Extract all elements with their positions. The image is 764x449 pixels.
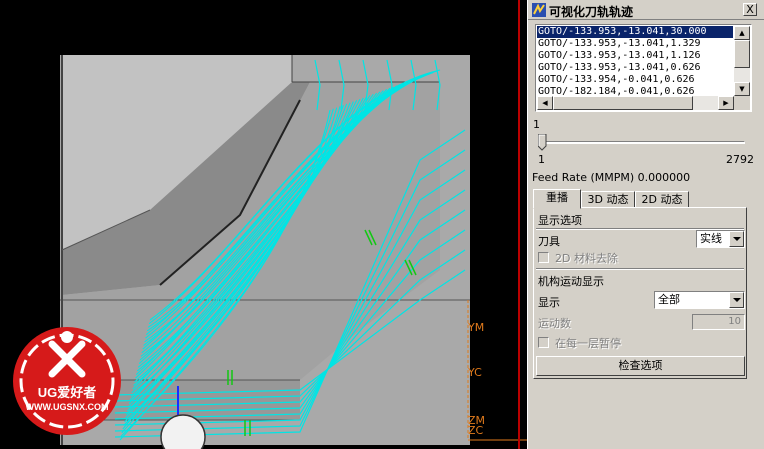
chevron-down-icon[interactable]	[729, 292, 744, 308]
logo-url: WWW.UGSNX.COM	[25, 402, 109, 412]
gcode-line[interactable]: GOTO/-133.953,-13.041,30.000	[537, 26, 733, 38]
pause-each-layer-checkbox[interactable]	[538, 337, 549, 348]
toolpath-visualization-dialog: 可视化刀轨轨迹 X GOTO/-133.953,-13.041,30.000 GO…	[527, 0, 764, 449]
vertical-scrollbar[interactable]: ▲ ▼	[734, 26, 750, 96]
material-removal-label: 2D 材料去除	[555, 252, 618, 265]
tab-3d-dynamic[interactable]: 3D 动态	[581, 191, 635, 208]
pause-each-layer-label: 在每一层暂停	[555, 337, 621, 350]
motion-display-value: 全部	[658, 293, 680, 306]
motion-count-field[interactable]: 10	[692, 314, 745, 330]
horizontal-scroll-thumb[interactable]	[553, 96, 693, 110]
app-icon	[532, 3, 546, 17]
scroll-right-icon[interactable]: ▶	[718, 96, 734, 110]
chevron-down-icon[interactable]	[729, 231, 744, 247]
axis-label-zc: ZC	[468, 424, 484, 437]
axis-label-ym: YM	[468, 321, 485, 334]
gcode-line[interactable]: GOTO/-133.953,-13.041,0.626	[537, 62, 733, 74]
close-icon: X	[746, 3, 754, 16]
tool-display-value: 实线	[700, 232, 722, 245]
watermark-logo: UG爱好者 WWW.UGSNX.COM	[8, 322, 126, 440]
gcode-list: GOTO/-133.953,-13.041,30.000 GOTO/-133.95…	[537, 26, 733, 98]
close-button[interactable]: X	[743, 3, 757, 16]
logo-name: UG爱好者	[37, 385, 97, 400]
logo-emblem	[13, 327, 121, 435]
gcode-listbox[interactable]: GOTO/-133.953,-13.041,30.000 GOTO/-133.95…	[535, 24, 752, 112]
playback-slider-track[interactable]	[540, 141, 745, 144]
separator	[536, 268, 744, 270]
tab-replay[interactable]: 重播	[533, 189, 581, 209]
scrollbar-corner	[734, 96, 750, 110]
dialog-title: 可视化刀轨轨迹	[549, 5, 634, 19]
scroll-up-icon[interactable]: ▲	[734, 26, 750, 40]
slider-min-label: 1	[538, 153, 545, 166]
mechanism-motion-heading: 机构运动显示	[538, 275, 604, 288]
motion-display-select[interactable]: 全部	[654, 291, 745, 309]
slider-current-value: 1	[533, 118, 540, 131]
check-options-button[interactable]: 检查选项	[536, 356, 745, 376]
graphics-viewport[interactable]: YM YC ZM ZC UG爱好者 WWW.UGSNX.COM	[0, 0, 527, 449]
gcode-line[interactable]: GOTO/-133.953,-13.041,1.126	[537, 50, 733, 62]
display-options-heading: 显示选项	[538, 214, 582, 227]
motion-count-label: 运动数	[538, 317, 571, 330]
axis-label-yc: YC	[468, 366, 482, 379]
playback-slider-thumb[interactable]	[538, 134, 547, 151]
vertical-scroll-thumb[interactable]	[734, 40, 750, 68]
tool-label: 刀具	[538, 235, 560, 248]
horizontal-scrollbar[interactable]: ◀ ▶	[537, 96, 734, 110]
scroll-left-icon[interactable]: ◀	[537, 96, 553, 110]
feed-rate-text: Feed Rate (MMPM) 0.000000	[532, 171, 691, 184]
material-removal-checkbox[interactable]	[538, 252, 549, 263]
slider-max-label: 2792	[726, 153, 754, 166]
tool-display-select[interactable]: 实线	[696, 230, 745, 248]
tab-2d-dynamic[interactable]: 2D 动态	[635, 191, 689, 208]
scroll-down-icon[interactable]: ▼	[734, 82, 750, 96]
dialog-titlebar[interactable]: 可视化刀轨轨迹 X	[528, 0, 764, 20]
gcode-line[interactable]: GOTO/-133.954,-0.041,0.626	[537, 74, 733, 86]
display-label: 显示	[538, 296, 560, 309]
gcode-line[interactable]: GOTO/-133.953,-13.041,1.329	[537, 38, 733, 50]
